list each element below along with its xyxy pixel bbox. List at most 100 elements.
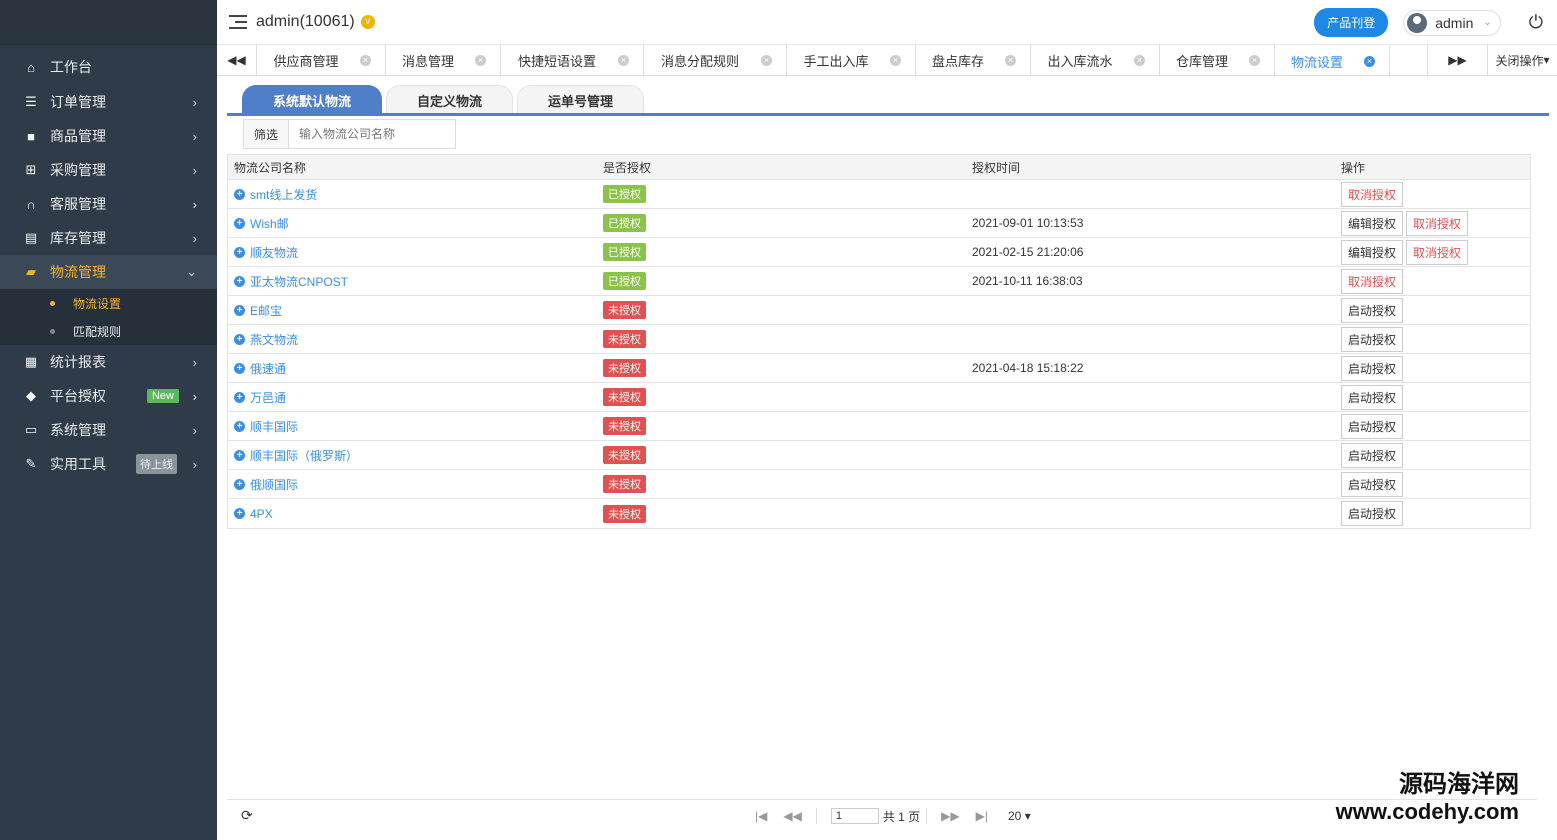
subtab-tracking-numbers[interactable]: 运单号管理 bbox=[517, 85, 645, 115]
start-auth-button[interactable]: 启动授权 bbox=[1341, 413, 1404, 439]
cancel-auth-button[interactable]: 取消授权 bbox=[1406, 239, 1469, 265]
column-header-company[interactable]: 物流公司名称 bbox=[228, 155, 597, 179]
close-icon[interactable]: × bbox=[360, 54, 371, 66]
expand-icon[interactable]: + bbox=[234, 420, 245, 432]
user-menu[interactable]: admin ⌄ bbox=[1403, 9, 1501, 36]
company-name-link[interactable]: 俄速通 bbox=[250, 360, 286, 377]
page-size-select[interactable]: 20 ▾ bbox=[1008, 809, 1031, 823]
sidebar-subitem-match-rules[interactable]: 匹配规则 bbox=[0, 317, 217, 345]
start-auth-button[interactable]: 启动授权 bbox=[1341, 297, 1404, 323]
expand-icon[interactable]: + bbox=[234, 333, 245, 345]
cell-company: + 俄顺国际 bbox=[228, 470, 597, 498]
prev-page-icon[interactable]: ◀◀ bbox=[783, 809, 801, 823]
expand-icon[interactable]: + bbox=[234, 304, 245, 316]
sidebar-item-dashboard[interactable]: ⌂ 工作台 bbox=[0, 49, 217, 85]
sidebar-item-reports[interactable]: ▦ 统计报表 › bbox=[0, 345, 217, 379]
close-icon[interactable]: × bbox=[475, 54, 486, 66]
start-auth-button[interactable]: 启动授权 bbox=[1341, 501, 1404, 526]
expand-icon[interactable]: + bbox=[234, 508, 245, 519]
tab-quick-phrases[interactable]: 快捷短语设置 × bbox=[501, 45, 644, 75]
company-name-link[interactable]: 顺友物流 bbox=[250, 244, 298, 261]
cancel-auth-button[interactable]: 取消授权 bbox=[1406, 210, 1469, 236]
expand-icon[interactable]: + bbox=[234, 391, 245, 403]
close-icon[interactable]: × bbox=[890, 54, 901, 66]
close-operations-dropdown[interactable]: 关闭操作 ▾ bbox=[1487, 45, 1557, 75]
cancel-auth-button[interactable]: 取消授权 bbox=[1341, 268, 1404, 294]
sidebar-item-inventory[interactable]: ▤ 库存管理 › bbox=[0, 221, 217, 255]
expand-icon[interactable]: + bbox=[234, 275, 245, 287]
expand-icon[interactable]: + bbox=[234, 449, 245, 461]
page-number-input[interactable] bbox=[830, 808, 879, 824]
company-name-link[interactable]: 顺丰国际 bbox=[250, 418, 298, 435]
start-auth-button[interactable]: 启动授权 bbox=[1341, 326, 1404, 352]
tabs-scroll-left-icon[interactable]: ◀◀ bbox=[217, 45, 257, 75]
refresh-icon[interactable]: ⟳ bbox=[241, 807, 253, 824]
sidebar-item-logistics[interactable]: ▰ 物流管理 ⌄ bbox=[0, 255, 217, 289]
edit-auth-button[interactable]: 编辑授权 bbox=[1341, 210, 1404, 236]
tab-stocktake[interactable]: 盘点库存 × bbox=[916, 45, 1031, 75]
avatar bbox=[1407, 12, 1428, 33]
company-name-link[interactable]: 燕文物流 bbox=[250, 331, 298, 348]
sidebar-item-service[interactable]: ∩ 客服管理 › bbox=[0, 187, 217, 221]
tabs-scroll-right-icon[interactable]: ▶▶ bbox=[1427, 45, 1487, 75]
start-auth-button[interactable]: 启动授权 bbox=[1341, 384, 1404, 410]
sidebar-item-products[interactable]: ■ 商品管理 › bbox=[0, 119, 217, 153]
expand-icon[interactable]: + bbox=[234, 478, 245, 490]
account-title: admin(10061) bbox=[256, 13, 355, 30]
subtab-custom-logistics[interactable]: 自定义物流 bbox=[386, 85, 514, 115]
company-name-link[interactable]: 亚太物流CNPOST bbox=[250, 273, 348, 290]
logistics-company-search-input[interactable] bbox=[289, 120, 455, 148]
tab-warehouse[interactable]: 仓库管理 × bbox=[1160, 45, 1275, 75]
company-name-link[interactable]: 顺丰国际（俄罗斯） bbox=[250, 447, 358, 464]
last-page-icon[interactable]: ▶| bbox=[976, 809, 988, 823]
tab-message-rules[interactable]: 消息分配规则 × bbox=[644, 45, 787, 75]
cell-actions: 取消授权 bbox=[1335, 267, 1530, 295]
company-name-link[interactable]: Wish邮 bbox=[250, 215, 289, 232]
start-auth-button[interactable]: 启动授权 bbox=[1341, 442, 1404, 468]
company-name-link[interactable]: E邮宝 bbox=[250, 302, 282, 319]
table-row: + smt线上发货 已授权 取消授权 bbox=[228, 180, 1530, 209]
cell-status: 未授权 bbox=[597, 354, 966, 382]
start-auth-button[interactable]: 启动授权 bbox=[1341, 471, 1404, 497]
product-listing-button[interactable]: 产品刊登 bbox=[1314, 8, 1389, 37]
company-name-link[interactable]: 4PX bbox=[250, 507, 273, 521]
company-name-link[interactable]: 万邑通 bbox=[250, 389, 286, 406]
column-header-authorized[interactable]: 是否授权 bbox=[597, 155, 966, 179]
sidebar-subitem-logistics-settings[interactable]: 物流设置 bbox=[0, 289, 217, 317]
sidebar-item-orders[interactable]: ☰ 订单管理 › bbox=[0, 85, 217, 119]
column-header-auth-time[interactable]: 授权时间 bbox=[966, 155, 1335, 179]
sidebar-item-tools[interactable]: ✎ 实用工具 待上线 › bbox=[0, 447, 217, 481]
sidebar-item-system[interactable]: ▭ 系统管理 › bbox=[0, 413, 217, 447]
start-auth-button[interactable]: 启动授权 bbox=[1341, 355, 1404, 381]
tab-supplier[interactable]: 供应商管理 × bbox=[257, 45, 386, 75]
edit-auth-button[interactable]: 编辑授权 bbox=[1341, 239, 1404, 265]
cell-actions: 编辑授权 取消授权 bbox=[1335, 238, 1530, 266]
menu-toggle-icon[interactable] bbox=[229, 15, 247, 29]
sidebar-item-purchase[interactable]: ⊞ 采购管理 › bbox=[0, 153, 217, 187]
close-icon[interactable]: × bbox=[618, 54, 629, 66]
close-icon[interactable]: × bbox=[1005, 54, 1016, 66]
tab-messages[interactable]: 消息管理 × bbox=[386, 45, 501, 75]
close-icon[interactable]: × bbox=[1249, 54, 1260, 66]
next-page-icon[interactable]: ▶▶ bbox=[941, 809, 959, 823]
subtab-default-logistics[interactable]: 系统默认物流 bbox=[242, 85, 383, 115]
expand-icon[interactable]: + bbox=[234, 362, 245, 374]
company-name-link[interactable]: 俄顺国际 bbox=[250, 476, 298, 493]
first-page-icon[interactable]: |◀ bbox=[755, 809, 767, 823]
tab-logistics-settings[interactable]: 物流设置 × bbox=[1275, 45, 1390, 75]
cell-auth-time bbox=[966, 180, 1335, 208]
tab-manual-stock[interactable]: 手工出入库 × bbox=[787, 45, 916, 75]
cell-status: 已授权 bbox=[597, 267, 966, 295]
close-icon[interactable]: × bbox=[1364, 55, 1375, 67]
company-name-link[interactable]: smt线上发货 bbox=[250, 186, 317, 203]
expand-icon[interactable]: + bbox=[234, 246, 245, 258]
cancel-auth-button[interactable]: 取消授权 bbox=[1341, 181, 1404, 207]
tab-stock-flow[interactable]: 出入库流水 × bbox=[1031, 45, 1160, 75]
close-icon[interactable]: × bbox=[761, 54, 772, 66]
close-icon[interactable]: × bbox=[1134, 54, 1145, 66]
table-row: + 亚太物流CNPOST 已授权 2021-10-11 16:38:03 取消授权 bbox=[228, 267, 1530, 296]
expand-icon[interactable]: + bbox=[234, 217, 245, 229]
power-icon[interactable]: ⏻ bbox=[1529, 12, 1543, 33]
sidebar-item-platform-auth[interactable]: ◆ 平台授权 New › bbox=[0, 379, 217, 413]
expand-icon[interactable]: + bbox=[234, 188, 245, 200]
